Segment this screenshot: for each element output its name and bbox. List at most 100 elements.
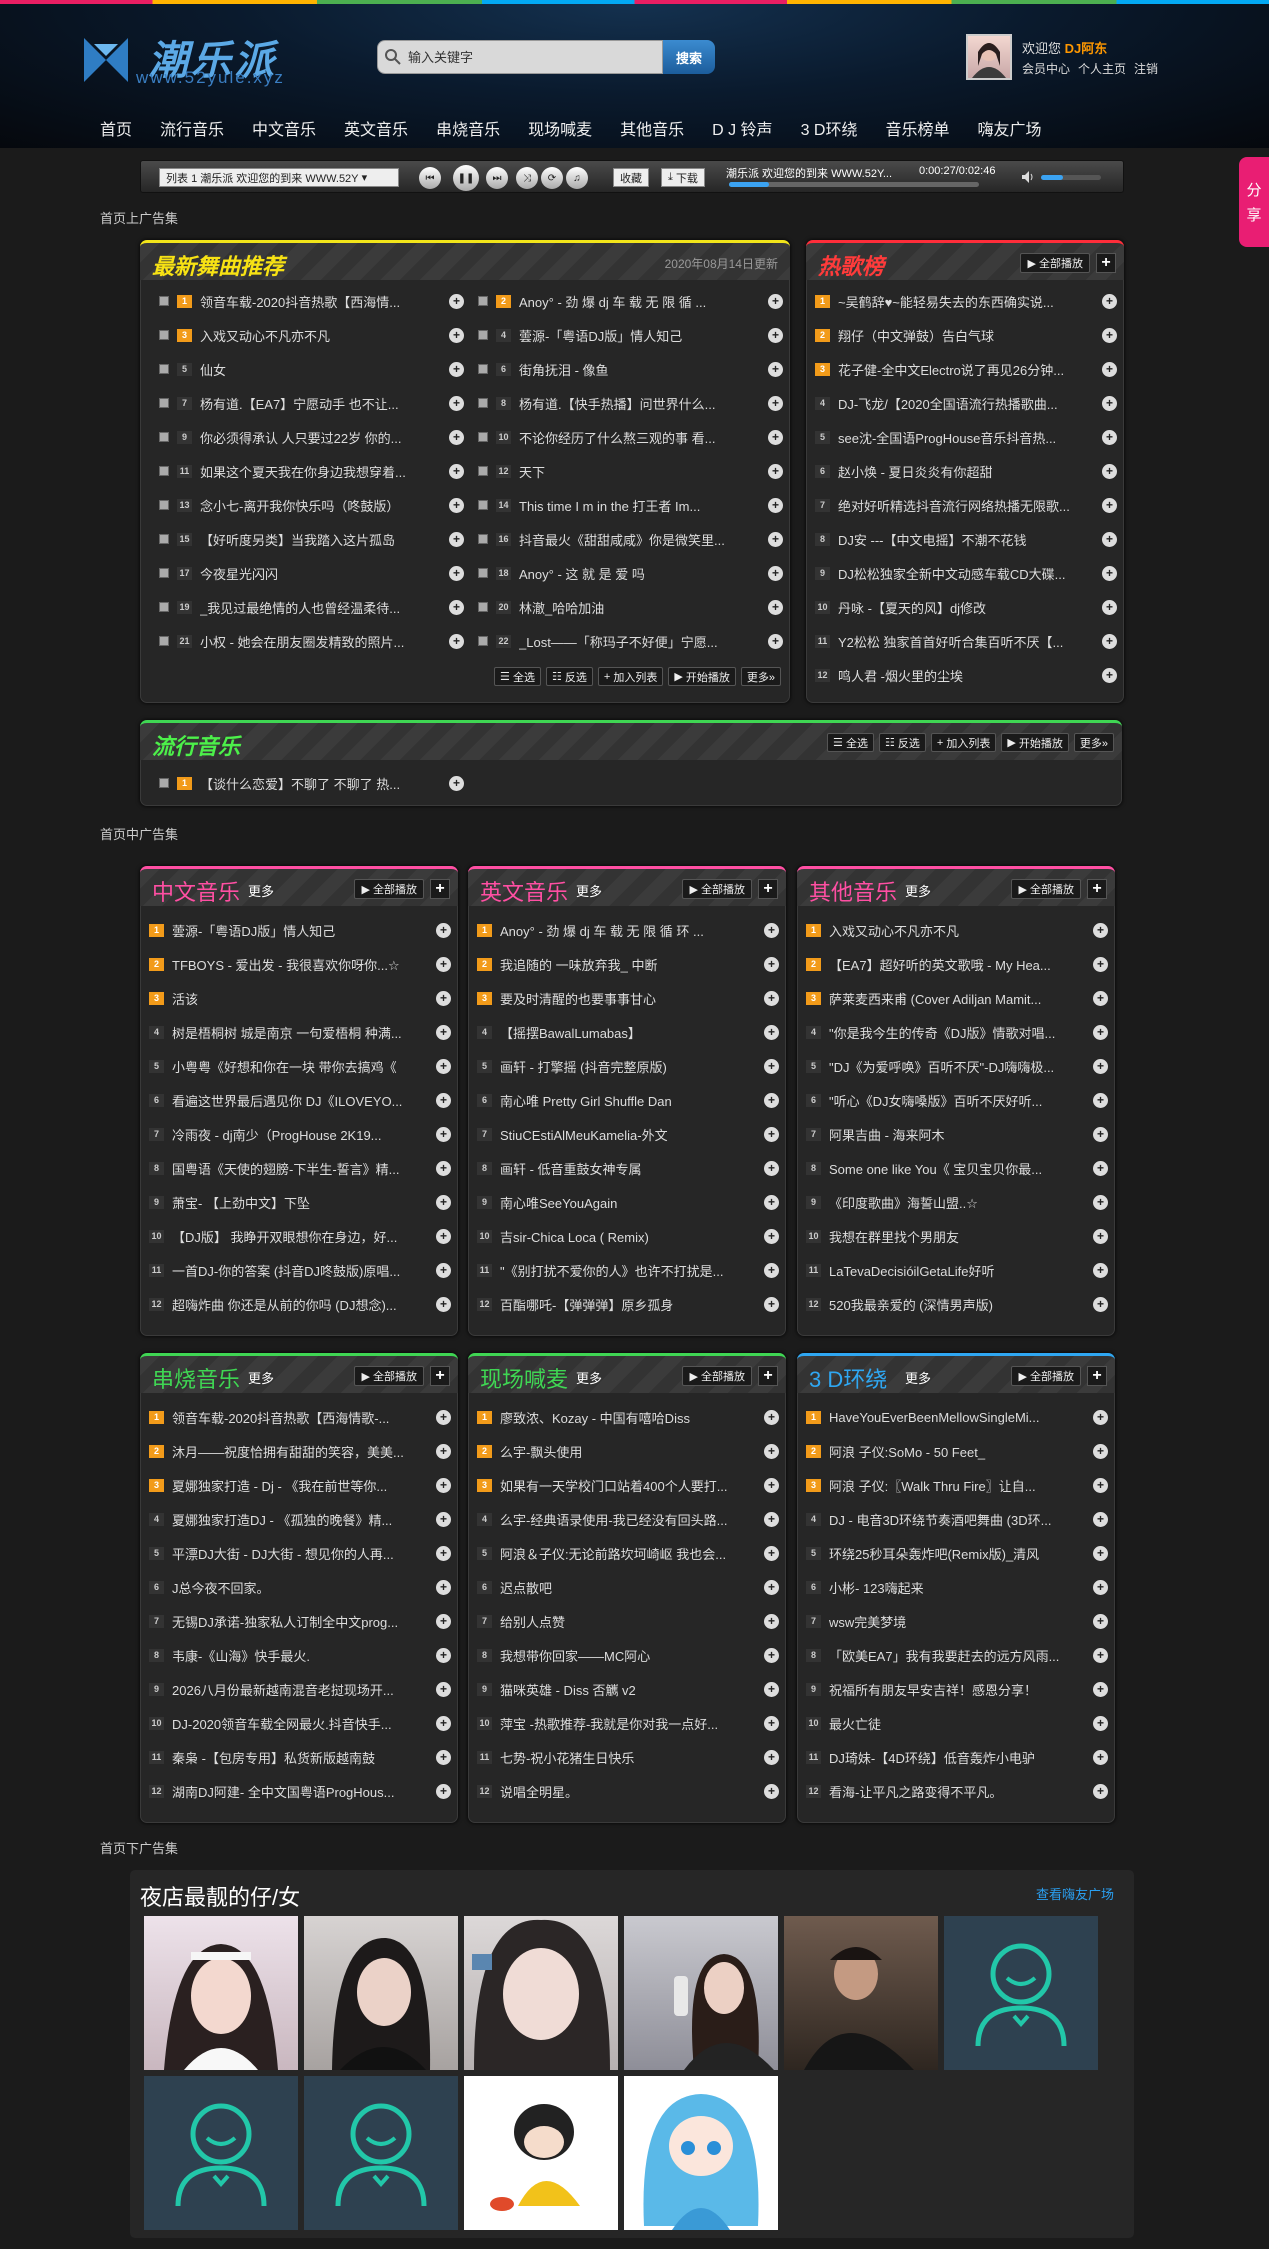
song-title[interactable]: see沈-全国语ProgHouse音乐抖音热...: [838, 428, 1096, 447]
add-song-icon[interactable]: +: [1093, 1715, 1108, 1731]
song-row[interactable]: 4 么宇-经典语录使用-我已经没有回头路... +: [477, 1509, 779, 1529]
song-row[interactable]: 4 夏娜独家打造DJ - 《孤独的晚餐》精... +: [149, 1509, 451, 1529]
add-song-icon[interactable]: +: [1102, 429, 1117, 445]
add-song-icon[interactable]: +: [1093, 1228, 1108, 1244]
add-song-icon[interactable]: +: [1093, 1194, 1108, 1210]
volume-icon[interactable]: [1021, 170, 1035, 184]
song-row[interactable]: 10 最火亡徒 +: [806, 1713, 1108, 1733]
song-row[interactable]: 6 "听心《DJ女嗨嗓版》百听不厌好听... +: [806, 1090, 1108, 1110]
song-title[interactable]: Anoy° - 劲 爆 dj 车 载 无 限 循 ...: [519, 292, 762, 311]
chart-row[interactable]: 8 DJ安 ---【中文电摇】不潮不花钱 +: [815, 529, 1117, 549]
row-checkbox[interactable]: [159, 602, 169, 612]
song-title[interactable]: 秦枭 -【包房专用】私货新版越南鼓: [172, 1748, 430, 1767]
song-title[interactable]: 【EA7】超好听的英文歌哦 - My Hea...: [829, 955, 1087, 974]
song-row[interactable]: 3 如果有一天学校门口站着400个人要打... +: [477, 1475, 779, 1495]
add-song-icon[interactable]: +: [764, 1092, 779, 1108]
song-title[interactable]: 环绕25秒耳朵轰炸吧(Remix版)_清风: [829, 1544, 1087, 1563]
personal-home-link[interactable]: 个人主页: [1078, 60, 1126, 77]
song-row[interactable]: 12 天下 +: [478, 461, 783, 481]
row-checkbox[interactable]: [159, 778, 169, 788]
chart-row[interactable]: 3 花子健-全中文Electro说了再见26分钟... +: [815, 359, 1117, 379]
song-title[interactable]: 画轩 - 低音重鼓女神专属: [500, 1159, 758, 1178]
add-song-icon[interactable]: +: [764, 1409, 779, 1425]
invert-select-button[interactable]: ☷ 反选: [545, 667, 593, 686]
song-row[interactable]: 8 韦康-《山海》快手最火. +: [149, 1645, 451, 1665]
song-title[interactable]: 2026八月份最新越南混音老挝现场开...: [172, 1680, 430, 1699]
song-title[interactable]: 无锡DJ承诺-独家私人订制全中文prog...: [172, 1612, 430, 1631]
add-song-icon[interactable]: +: [768, 565, 783, 581]
add-song-icon[interactable]: +: [1093, 1296, 1108, 1312]
add-song-icon[interactable]: +: [1093, 1783, 1108, 1799]
song-row[interactable]: 16 抖音最火《甜甜咸咸》你是微笑里... +: [478, 529, 783, 549]
chart-row[interactable]: 1 ~吴鹤辞♥~能轻易失去的东西确实说... +: [815, 291, 1117, 311]
song-title[interactable]: 要及时清醒的也要事事甘心: [500, 989, 758, 1008]
song-title[interactable]: 街角抚泪 - 像鱼: [519, 360, 762, 379]
add-song-icon[interactable]: +: [764, 1579, 779, 1595]
chart-row[interactable]: 11 Y2松松 独家首首好听合集百听不厌【... +: [815, 631, 1117, 651]
song-row[interactable]: 10 DJ-2020领音车载全网最火.抖音快手... +: [149, 1713, 451, 1733]
song-row[interactable]: 2 Anoy° - 劲 爆 dj 车 载 无 限 循 ... +: [478, 291, 783, 311]
add-song-icon[interactable]: +: [1093, 1160, 1108, 1176]
add-song-icon[interactable]: +: [436, 1681, 451, 1697]
row-checkbox[interactable]: [478, 330, 488, 340]
nav-home[interactable]: 首页: [100, 116, 132, 140]
nav-charts[interactable]: 音乐榜单: [885, 116, 949, 140]
song-title[interactable]: 萧宝- 【上劲中文】下坠: [172, 1193, 430, 1212]
row-checkbox[interactable]: [478, 466, 488, 476]
row-checkbox[interactable]: [478, 602, 488, 612]
add-song-icon[interactable]: +: [449, 429, 464, 445]
song-row[interactable]: 8 Some one like You《 宝贝宝贝你最... +: [806, 1158, 1108, 1178]
user-photo[interactable]: [464, 2076, 618, 2230]
song-title[interactable]: J总今夜不回家。: [172, 1578, 430, 1597]
add-song-icon[interactable]: +: [449, 327, 464, 343]
add-song-icon[interactable]: +: [449, 599, 464, 615]
song-title[interactable]: Some one like You《 宝贝宝贝你最...: [829, 1159, 1087, 1178]
add-song-icon[interactable]: +: [764, 990, 779, 1006]
row-checkbox[interactable]: [159, 636, 169, 646]
song-row[interactable]: 5 "DJ《为爱呼唤》百听不厌"-DJ嗨嗨极... +: [806, 1056, 1108, 1076]
category-more-link[interactable]: 更多: [248, 1368, 274, 1387]
song-row[interactable]: 18 Anoy° - 这 就 是 爱 吗 +: [478, 563, 783, 583]
song-row[interactable]: 8 「欧美EA7」我有我要赶去的远方风雨... +: [806, 1645, 1108, 1665]
song-title[interactable]: 冷雨夜 - dj南少（ProgHouse 2K19...: [172, 1125, 430, 1144]
lyrics-icon[interactable]: ♫: [566, 167, 588, 189]
add-song-icon[interactable]: +: [764, 1749, 779, 1765]
row-checkbox[interactable]: [478, 500, 488, 510]
add-song-icon[interactable]: +: [764, 1477, 779, 1493]
song-row[interactable]: 8 我想带你回家——MC阿心 +: [477, 1645, 779, 1665]
add-song-icon[interactable]: +: [768, 429, 783, 445]
add-song-icon[interactable]: +: [449, 565, 464, 581]
add-song-icon[interactable]: +: [1093, 956, 1108, 972]
add-song-icon[interactable]: +: [436, 1443, 451, 1459]
add-song-icon[interactable]: +: [764, 1443, 779, 1459]
song-title[interactable]: 天下: [519, 462, 762, 481]
add-song-icon[interactable]: +: [449, 633, 464, 649]
row-checkbox[interactable]: [159, 296, 169, 306]
add-song-icon[interactable]: +: [768, 293, 783, 309]
popular-add-list-button[interactable]: + 加入列表: [930, 733, 997, 752]
song-row[interactable]: 19 _我见过最绝情的人也曾经温柔待... +: [159, 597, 464, 617]
add-song-icon[interactable]: +: [436, 956, 451, 972]
add-song-icon[interactable]: +: [436, 1545, 451, 1561]
song-title[interactable]: 入戏又动心不凡亦不凡: [200, 326, 443, 345]
song-title[interactable]: 林澈_哈哈加油: [519, 598, 762, 617]
song-title[interactable]: DJ-飞龙/【2020全国语流行热播歌曲...: [838, 394, 1096, 413]
row-checkbox[interactable]: [478, 398, 488, 408]
category-more-link[interactable]: 更多: [248, 881, 274, 900]
song-row[interactable]: 6 南心唯 Pretty Girl Shuffle Dan +: [477, 1090, 779, 1110]
add-song-icon[interactable]: +: [449, 497, 464, 513]
song-title[interactable]: DJ安 ---【中文电摇】不潮不花钱: [838, 530, 1096, 549]
song-title[interactable]: 阿浪 子仪:SoMo - 50 Feet_: [829, 1442, 1087, 1461]
row-checkbox[interactable]: [159, 568, 169, 578]
default-avatar-icon[interactable]: [144, 2076, 298, 2230]
collect-button[interactable]: 收藏: [613, 168, 649, 187]
song-row[interactable]: 1 领音车载-2020抖音热歌【西海情... +: [159, 291, 464, 311]
popular-start-play-button[interactable]: ▶ 开始播放: [1001, 733, 1069, 752]
member-center-link[interactable]: 会员中心: [1022, 60, 1070, 77]
category-more-link[interactable]: 更多: [576, 881, 602, 900]
share-tab[interactable]: 分享: [1239, 157, 1269, 247]
song-title[interactable]: 蕓源-「粤语DJ版」情人知己: [519, 326, 762, 345]
previous-button[interactable]: ⏮: [419, 167, 441, 189]
search-button[interactable]: 搜索: [663, 40, 715, 74]
nav-square[interactable]: 嗨友广场: [977, 116, 1041, 140]
